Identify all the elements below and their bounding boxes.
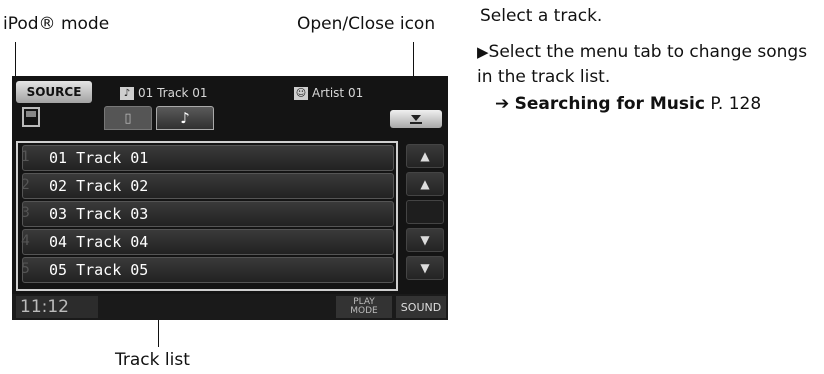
- source-button[interactable]: SOURCE: [16, 81, 92, 103]
- track-row[interactable]: 2 02 Track 02: [21, 173, 394, 199]
- ipod-mode-callout: iPod® mode: [3, 14, 110, 34]
- device-screen: SOURCE ♪ 01 Track 01 ☺ Artist 01 ▯ ♪ 1 0…: [12, 76, 448, 320]
- triangle-bullet-icon: ▶: [477, 43, 489, 61]
- cross-reference[interactable]: ➔ Searching for Music P. 128: [495, 94, 761, 114]
- reference-title: Searching for Music: [514, 94, 705, 114]
- instruction-step: ▶Select the menu tab to change songs in …: [477, 40, 817, 90]
- now-playing-track-label: 01 Track 01: [138, 86, 208, 100]
- clock: 11:12: [16, 296, 98, 318]
- music-note-icon: ♪: [180, 109, 190, 127]
- track-row[interactable]: 1 01 Track 01: [21, 145, 394, 171]
- track-number: 2: [21, 177, 30, 193]
- ipod-mode-button[interactable]: [16, 106, 46, 128]
- list-icon: ▯: [124, 110, 132, 126]
- screen-bottom-bar: 11:12 PLAY MODE SOUND: [12, 294, 448, 320]
- track-title: 04 Track 04: [49, 233, 149, 251]
- track-number: 3: [21, 205, 30, 221]
- up-arrow-icon: ▲: [420, 177, 430, 191]
- track-list-callout: Track list: [115, 350, 190, 370]
- play-mode-label-2: MODE: [350, 306, 378, 316]
- instruction-step-text: Select the menu tab to change songs in t…: [477, 42, 808, 87]
- track-title: 03 Track 03: [49, 205, 149, 223]
- screen-top-bar: SOURCE ♪ 01 Track 01 ☺ Artist 01: [12, 76, 448, 110]
- track-title: 02 Track 02: [49, 177, 149, 195]
- open-close-callout: Open/Close icon: [297, 14, 436, 34]
- scroll-top-button[interactable]: ▲: [406, 144, 444, 168]
- music-note-icon: ♪: [120, 86, 134, 100]
- track-number: 4: [21, 233, 30, 249]
- reference-arrow-icon: ➔: [495, 94, 510, 114]
- open-close-icon: [410, 115, 422, 124]
- track-row[interactable]: 3 03 Track 03: [21, 201, 394, 227]
- double-up-arrow-icon: ▲: [420, 149, 430, 163]
- instruction-heading: Select a track.: [480, 6, 603, 26]
- track-title: 01 Track 01: [49, 149, 149, 167]
- track-title: 05 Track 05: [49, 261, 149, 279]
- track-number: 1: [21, 149, 30, 165]
- scroll-up-button[interactable]: ▲: [406, 172, 444, 196]
- tab-music[interactable]: ♪: [156, 106, 214, 130]
- track-row[interactable]: 5 05 Track 05: [21, 257, 394, 283]
- now-playing-artist: ☺ Artist 01: [294, 86, 363, 100]
- track-list: 1 01 Track 01 2 02 Track 02 3 03 Track 0…: [16, 141, 398, 291]
- now-playing-track: ♪ 01 Track 01: [120, 86, 208, 100]
- play-mode-button[interactable]: PLAY MODE: [336, 296, 392, 318]
- now-playing-artist-label: Artist 01: [312, 86, 364, 100]
- down-arrow-icon: ▼: [420, 233, 430, 247]
- scroll-bottom-button[interactable]: ▼: [406, 256, 444, 280]
- scroll-track: [406, 200, 444, 224]
- reference-page: P. 128: [710, 94, 762, 114]
- sound-button[interactable]: SOUND: [396, 296, 446, 318]
- ipod-icon: [22, 107, 40, 127]
- tab-track-list[interactable]: ▯: [104, 106, 152, 130]
- track-number: 5: [21, 261, 30, 277]
- track-row[interactable]: 4 04 Track 04: [21, 229, 394, 255]
- open-close-button[interactable]: [390, 110, 442, 128]
- double-down-arrow-icon: ▼: [420, 261, 430, 275]
- artist-icon: ☺: [294, 86, 308, 100]
- scroll-down-button[interactable]: ▼: [406, 228, 444, 252]
